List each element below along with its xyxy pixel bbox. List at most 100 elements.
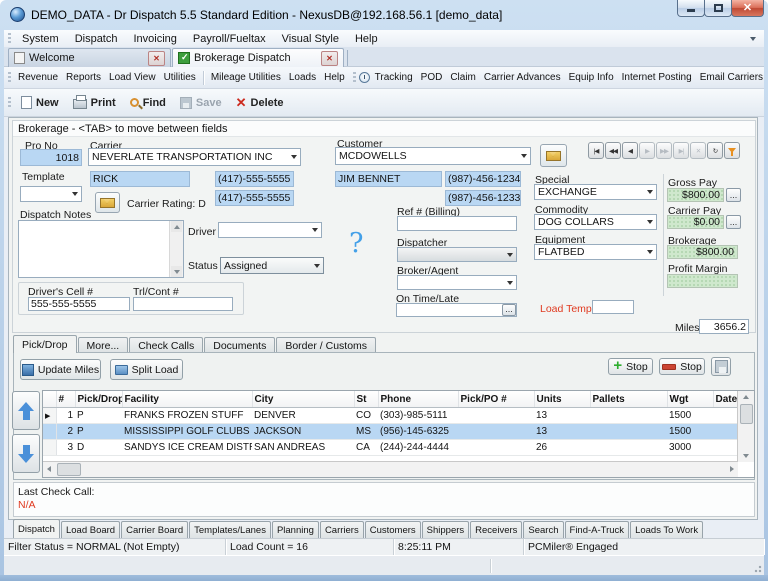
commodity-combobox[interactable]: DOG COLLARS [534, 214, 657, 230]
toolbar-item[interactable]: Email Carriers [696, 72, 767, 83]
toolbar-item[interactable]: Carrier Advances [480, 72, 565, 83]
profit-margin-field[interactable] [667, 274, 738, 288]
nav-prior-button[interactable]: ◀ [622, 142, 638, 159]
email-customer-button[interactable] [540, 144, 567, 167]
tab-brokerage-dispatch[interactable]: Brokerage Dispatch ✕ [172, 48, 344, 67]
split-load-button[interactable]: Split Load [110, 359, 183, 380]
nav-first-button[interactable]: |◀ [588, 142, 604, 159]
resize-grip[interactable] [752, 563, 762, 573]
grid-vertical-scrollbar[interactable] [737, 391, 754, 462]
toolbar-item[interactable]: Internet Posting [618, 72, 696, 83]
special-combobox[interactable]: EXCHANGE [534, 184, 657, 200]
module-tab[interactable]: Find-A-Truck [564, 521, 630, 538]
toolbar-item[interactable]: Mileage Utilities [207, 72, 285, 83]
status-combobox[interactable]: Assigned [220, 257, 324, 274]
on-time-late-field[interactable] [396, 303, 517, 317]
carrier-pay-field[interactable]: $0.00 [667, 215, 724, 229]
toolbar-item[interactable]: Loads [285, 72, 320, 83]
nav-next-page-button[interactable]: ▶▶ [656, 142, 672, 159]
scrollbar-thumb[interactable] [740, 404, 753, 424]
customer-contact-field[interactable]: JIM BENNET [335, 171, 442, 187]
toolbar-item[interactable]: Claim [446, 72, 480, 83]
tab-close-icon[interactable]: ✕ [321, 50, 338, 66]
carrier-combobox[interactable]: NEVERLATE TRANSPORTATION INC [88, 148, 301, 166]
move-stop-down-button[interactable] [12, 434, 40, 473]
grid-horizontal-scrollbar[interactable] [43, 461, 738, 477]
stop-row[interactable]: 1 P FRANKS FROZEN STUFF DENVER CO (303)-… [43, 407, 738, 424]
add-stop-button[interactable]: + Stop [608, 358, 653, 375]
notes-scrollbar[interactable] [169, 221, 183, 277]
nav-cancel-button[interactable]: ✕ [690, 142, 706, 159]
driver-combobox[interactable] [218, 222, 322, 238]
module-tab[interactable]: Search [523, 521, 564, 538]
module-tab[interactable]: Receivers [470, 521, 523, 538]
scroll-up-icon[interactable] [171, 221, 182, 232]
module-tab[interactable]: Dispatch [13, 519, 60, 538]
gross-pay-field[interactable]: $800.00 [667, 188, 724, 202]
email-carrier-button[interactable] [95, 192, 120, 213]
nav-last-button[interactable]: ▶| [673, 142, 689, 159]
maximize-button[interactable] [704, 0, 732, 17]
toolbar-item[interactable]: Load View [105, 72, 160, 83]
print-button[interactable]: Print [66, 92, 123, 114]
scroll-down-icon[interactable] [740, 450, 752, 462]
module-tab[interactable]: Carriers [319, 521, 364, 538]
toolbar-item[interactable]: POD [417, 72, 447, 83]
carrier-pay-ellipsis-button[interactable]: ... [726, 215, 741, 229]
ref-billing-field[interactable] [397, 216, 517, 231]
stops-tab[interactable]: More... [77, 337, 129, 353]
menu-item[interactable]: Help [347, 33, 386, 45]
delete-button[interactable]: ✕ Delete [229, 92, 291, 114]
drivers-cell-field[interactable]: 555-555-5555 [28, 297, 130, 311]
update-miles-button[interactable]: Update Miles [20, 359, 101, 380]
module-tab[interactable]: Templates/Lanes [189, 521, 271, 538]
brokerage-field[interactable]: $800.00 [667, 245, 738, 259]
find-button[interactable]: Find [123, 92, 173, 114]
menu-item[interactable]: Payroll/Fueltax [185, 33, 274, 45]
pro-no-field[interactable]: 1018 [20, 149, 82, 166]
menu-item[interactable]: Dispatch [67, 33, 126, 45]
scroll-right-icon[interactable] [726, 463, 738, 475]
toolbar-item[interactable]: Equip Info [565, 72, 618, 83]
broker-agent-combobox[interactable] [397, 275, 517, 290]
equipment-combobox[interactable]: FLATBED [534, 244, 657, 260]
scroll-left-icon[interactable] [43, 463, 55, 475]
module-tab[interactable]: Carrier Board [121, 521, 189, 538]
customer-phone2-field[interactable]: (987)-456-1233 [445, 190, 521, 206]
move-stop-up-button[interactable] [12, 391, 40, 430]
stops-tab[interactable]: Border / Customs [276, 337, 377, 353]
toolbar-item[interactable]: Utilities [160, 72, 200, 83]
tab-close-icon[interactable]: ✕ [148, 50, 165, 66]
carrier-contact-field[interactable]: RICK [90, 171, 190, 187]
scrollbar-thumb[interactable] [57, 463, 81, 476]
on-time-late-ellipsis-button[interactable]: ... [502, 304, 516, 316]
chevron-down-icon[interactable] [750, 36, 756, 41]
customer-phone1-field[interactable]: (987)-456-1234 [445, 171, 521, 187]
stops-tab[interactable]: Documents [204, 337, 276, 353]
stop-row[interactable]: 3 D SANDYS ICE CREAM DISTRIB SAN ANDREAS… [43, 439, 738, 456]
customer-combobox[interactable]: MCDOWELLS [335, 147, 531, 165]
nav-refresh-button[interactable]: ↻ [707, 142, 723, 159]
stops-tab[interactable]: Pick/Drop [13, 335, 77, 353]
gross-pay-ellipsis-button[interactable]: ... [726, 188, 741, 202]
scroll-up-icon[interactable] [740, 391, 752, 403]
module-tab[interactable]: Load Board [60, 521, 121, 538]
minimize-button[interactable] [677, 0, 705, 17]
new-button[interactable]: New [14, 92, 66, 114]
toolbar-item[interactable]: Help [320, 72, 349, 83]
module-tab[interactable]: Shippers [421, 521, 470, 538]
trl-cont-field[interactable] [133, 297, 233, 311]
load-temp-field[interactable] [592, 300, 634, 314]
save-button[interactable]: Save [173, 92, 229, 114]
module-tab[interactable]: Planning [271, 521, 319, 538]
nav-prior-page-button[interactable]: ◀◀ [605, 142, 621, 159]
nav-filter-button[interactable] [724, 142, 740, 159]
menu-item[interactable]: System [14, 33, 67, 45]
carrier-phone2-field[interactable]: (417)-555-5555 [215, 190, 294, 206]
miles-field[interactable]: 3656.2 [699, 319, 749, 334]
module-tab[interactable]: Customers [364, 521, 421, 538]
tab-welcome[interactable]: Welcome ✕ [8, 48, 171, 67]
carrier-phone1-field[interactable]: (417)-555-5555 [215, 171, 294, 187]
menu-item[interactable]: Visual Style [274, 33, 347, 45]
scroll-down-icon[interactable] [171, 266, 182, 277]
